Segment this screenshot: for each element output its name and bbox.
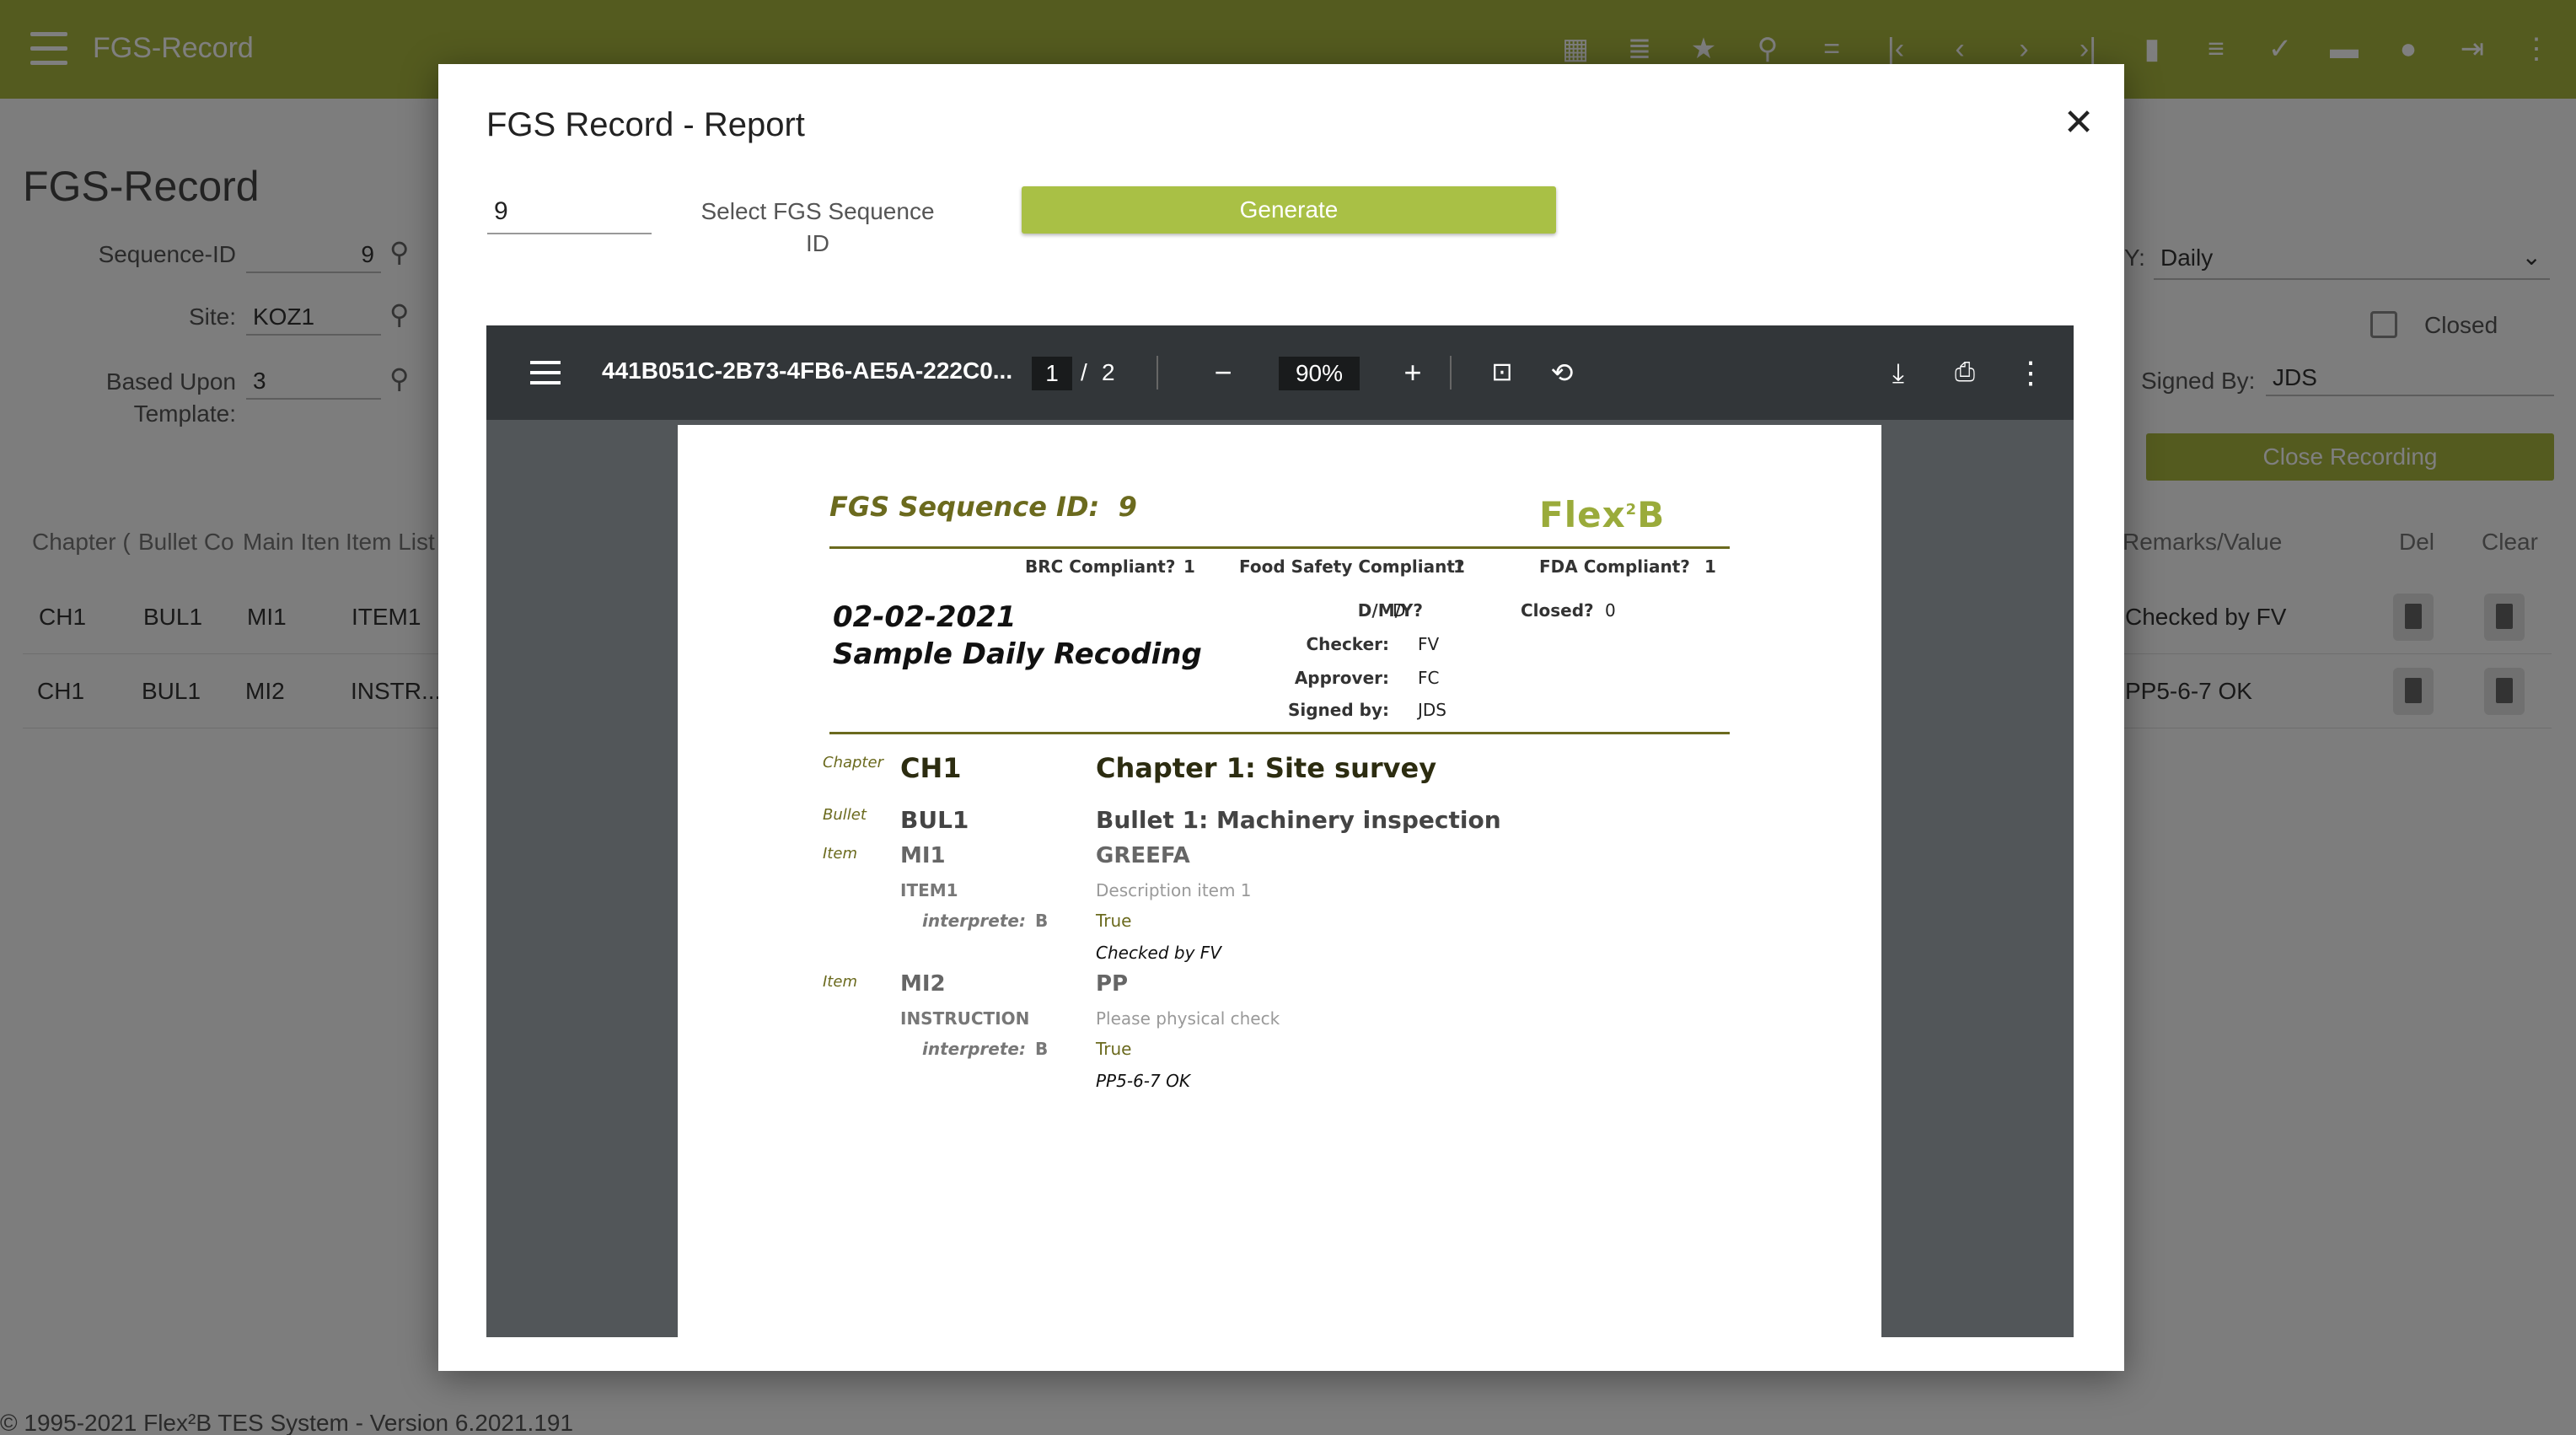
item-description: Please physical check: [1096, 1008, 1280, 1029]
download-icon[interactable]: ⤓: [1880, 354, 1917, 391]
approver-label: Approver:: [1294, 668, 1389, 688]
page-total: 2: [1102, 359, 1115, 385]
item-name: GREEFA: [1096, 843, 1190, 868]
closed-value: 0: [1605, 600, 1616, 621]
report-name: Sample Daily Recoding: [833, 637, 1202, 671]
print-icon[interactable]: ⎙: [1946, 354, 1983, 391]
flex2b-logo: Flex2B: [1539, 494, 1665, 535]
item-sub: INSTRUCTION: [900, 1008, 1030, 1029]
signed-by-value: JDS: [1418, 700, 1446, 720]
item-result: True: [1096, 911, 1132, 931]
dmy-label: D/M/Y?: [1357, 600, 1423, 621]
item-code: MI1: [900, 843, 946, 868]
more-options-icon[interactable]: ⋮: [2012, 354, 2049, 391]
pdf-filename: 441B051C-2B73-4FB6-AE5A-222C0...: [602, 357, 1013, 384]
bullet-label: Bullet: [823, 806, 867, 824]
report-seq-label: FGS Sequence ID:: [829, 491, 1100, 523]
closed-label: Closed?: [1521, 600, 1594, 621]
approver-value: FC: [1418, 668, 1440, 688]
food-safety-label: Food Safety Compliant?: [1239, 556, 1465, 577]
zoom-level[interactable]: 90%: [1279, 357, 1360, 390]
page-separator: /: [1081, 359, 1087, 385]
sequence-id-input[interactable]: [487, 191, 652, 234]
item-label: Item: [823, 845, 857, 863]
bullet-code: BUL1: [900, 806, 969, 834]
report-divider: [829, 546, 1730, 549]
close-icon[interactable]: ✕: [2055, 99, 2102, 147]
chapter-label: Chapter: [823, 754, 883, 771]
logo-sup: 2: [1625, 501, 1638, 519]
zoom-out-icon[interactable]: −: [1205, 354, 1242, 391]
brc-value: 1: [1183, 556, 1195, 577]
report-divider: [829, 732, 1730, 734]
interprete-label: interprete:: [922, 1039, 1026, 1059]
toolbar-divider: [1450, 356, 1452, 390]
pdf-toolbar: 441B051C-2B73-4FB6-AE5A-222C0... 1 / 2 −…: [486, 325, 2074, 420]
chapter-title: Chapter 1: Site survey: [1096, 752, 1437, 784]
item-label: Item: [823, 973, 857, 991]
toolbar-divider: [1157, 356, 1158, 390]
pdf-viewer[interactable]: 441B051C-2B73-4FB6-AE5A-222C0... 1 / 2 −…: [486, 325, 2074, 1337]
checker-value: FV: [1418, 634, 1440, 654]
interprete-label: interprete:: [922, 911, 1026, 931]
logo-flex: Flex: [1539, 494, 1626, 535]
item-remark: PP5-6-7 OK: [1096, 1071, 1190, 1091]
brc-label: BRC Compliant?: [1025, 556, 1176, 577]
report-seq-value: 9: [1118, 491, 1137, 523]
interprete-value: B: [1035, 911, 1049, 931]
page-number-input[interactable]: 1: [1032, 357, 1072, 390]
item-sub: ITEM1: [900, 880, 958, 900]
logo-b: B: [1637, 494, 1666, 535]
rotate-icon[interactable]: ⟲: [1543, 354, 1580, 391]
report-seq-id: FGS Sequence ID: 9: [829, 491, 1137, 523]
generate-button[interactable]: Generate: [1022, 186, 1556, 234]
dmy-value: D: [1393, 600, 1406, 621]
fda-value: 1: [1704, 556, 1716, 577]
item-remark: Checked by FV: [1096, 943, 1221, 963]
pdf-menu-icon[interactable]: [530, 361, 561, 391]
food-safety-value: 1: [1453, 556, 1465, 577]
sequence-id-hint: Select FGS Sequence ID: [700, 198, 935, 256]
item-code: MI2: [900, 971, 946, 997]
item-name: PP: [1096, 971, 1129, 997]
dialog-title: FGS Record - Report: [486, 106, 805, 143]
report-date: 02-02-2021: [833, 600, 1017, 634]
interprete-value: B: [1035, 1039, 1049, 1059]
report-dialog: FGS Record - Report ✕ Select FGS Sequenc…: [438, 64, 2124, 1371]
item-result: True: [1096, 1039, 1132, 1059]
fit-page-icon[interactable]: ⊡: [1484, 354, 1521, 391]
pdf-page: FGS Sequence ID: 9 Flex2B BRC Compliant?…: [678, 425, 1881, 1337]
signed-by-label: Signed by:: [1287, 700, 1389, 720]
chapter-code: CH1: [900, 752, 962, 784]
item-description: Description item 1: [1096, 880, 1252, 900]
fda-label: FDA Compliant?: [1539, 556, 1690, 577]
checker-label: Checker:: [1306, 634, 1389, 654]
zoom-in-icon[interactable]: +: [1394, 354, 1431, 391]
bullet-title: Bullet 1: Machinery inspection: [1096, 806, 1501, 834]
